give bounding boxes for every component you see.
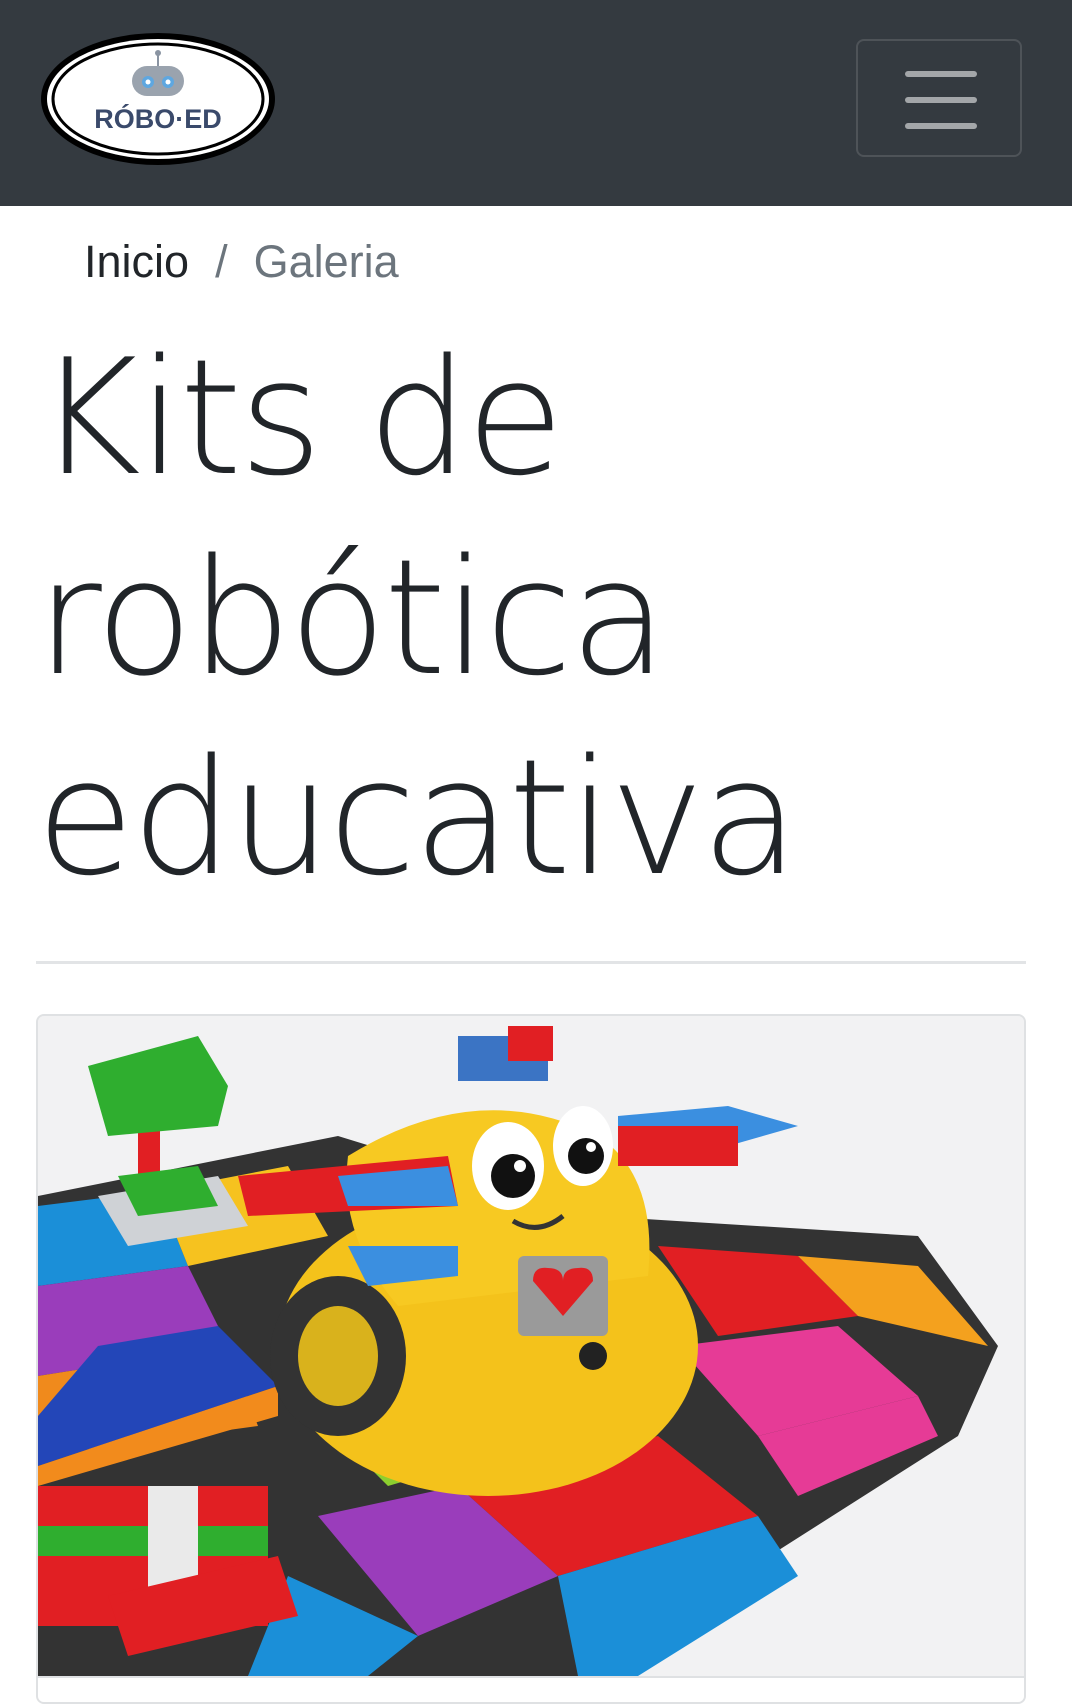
robo-ed-logo-icon: RÓBO·ED bbox=[41, 33, 275, 165]
breadcrumb-current: Galeria bbox=[253, 236, 399, 287]
breadcrumb: Inicio / Galeria bbox=[84, 232, 399, 292]
navbar: RÓBO·ED bbox=[0, 0, 1072, 206]
card-body bbox=[38, 1676, 1024, 1702]
page-title-line: robótica bbox=[36, 524, 668, 711]
lego-house bbox=[38, 1326, 298, 1656]
robot-kit-image[interactable] bbox=[38, 1016, 1024, 1676]
page-title-line: educativa bbox=[36, 724, 799, 911]
breadcrumb-separator: / bbox=[215, 236, 228, 287]
page-title-line: Kits de bbox=[36, 324, 564, 511]
gallery-card[interactable] bbox=[36, 1014, 1026, 1704]
logo-text: RÓBO·ED bbox=[94, 103, 222, 134]
divider bbox=[36, 961, 1026, 964]
breadcrumb-home-link[interactable]: Inicio bbox=[84, 236, 189, 288]
page-title: Kits de robótica educativa bbox=[36, 318, 1036, 918]
brand-logo[interactable]: RÓBO·ED bbox=[38, 30, 278, 168]
menu-toggle-button[interactable] bbox=[856, 39, 1022, 157]
